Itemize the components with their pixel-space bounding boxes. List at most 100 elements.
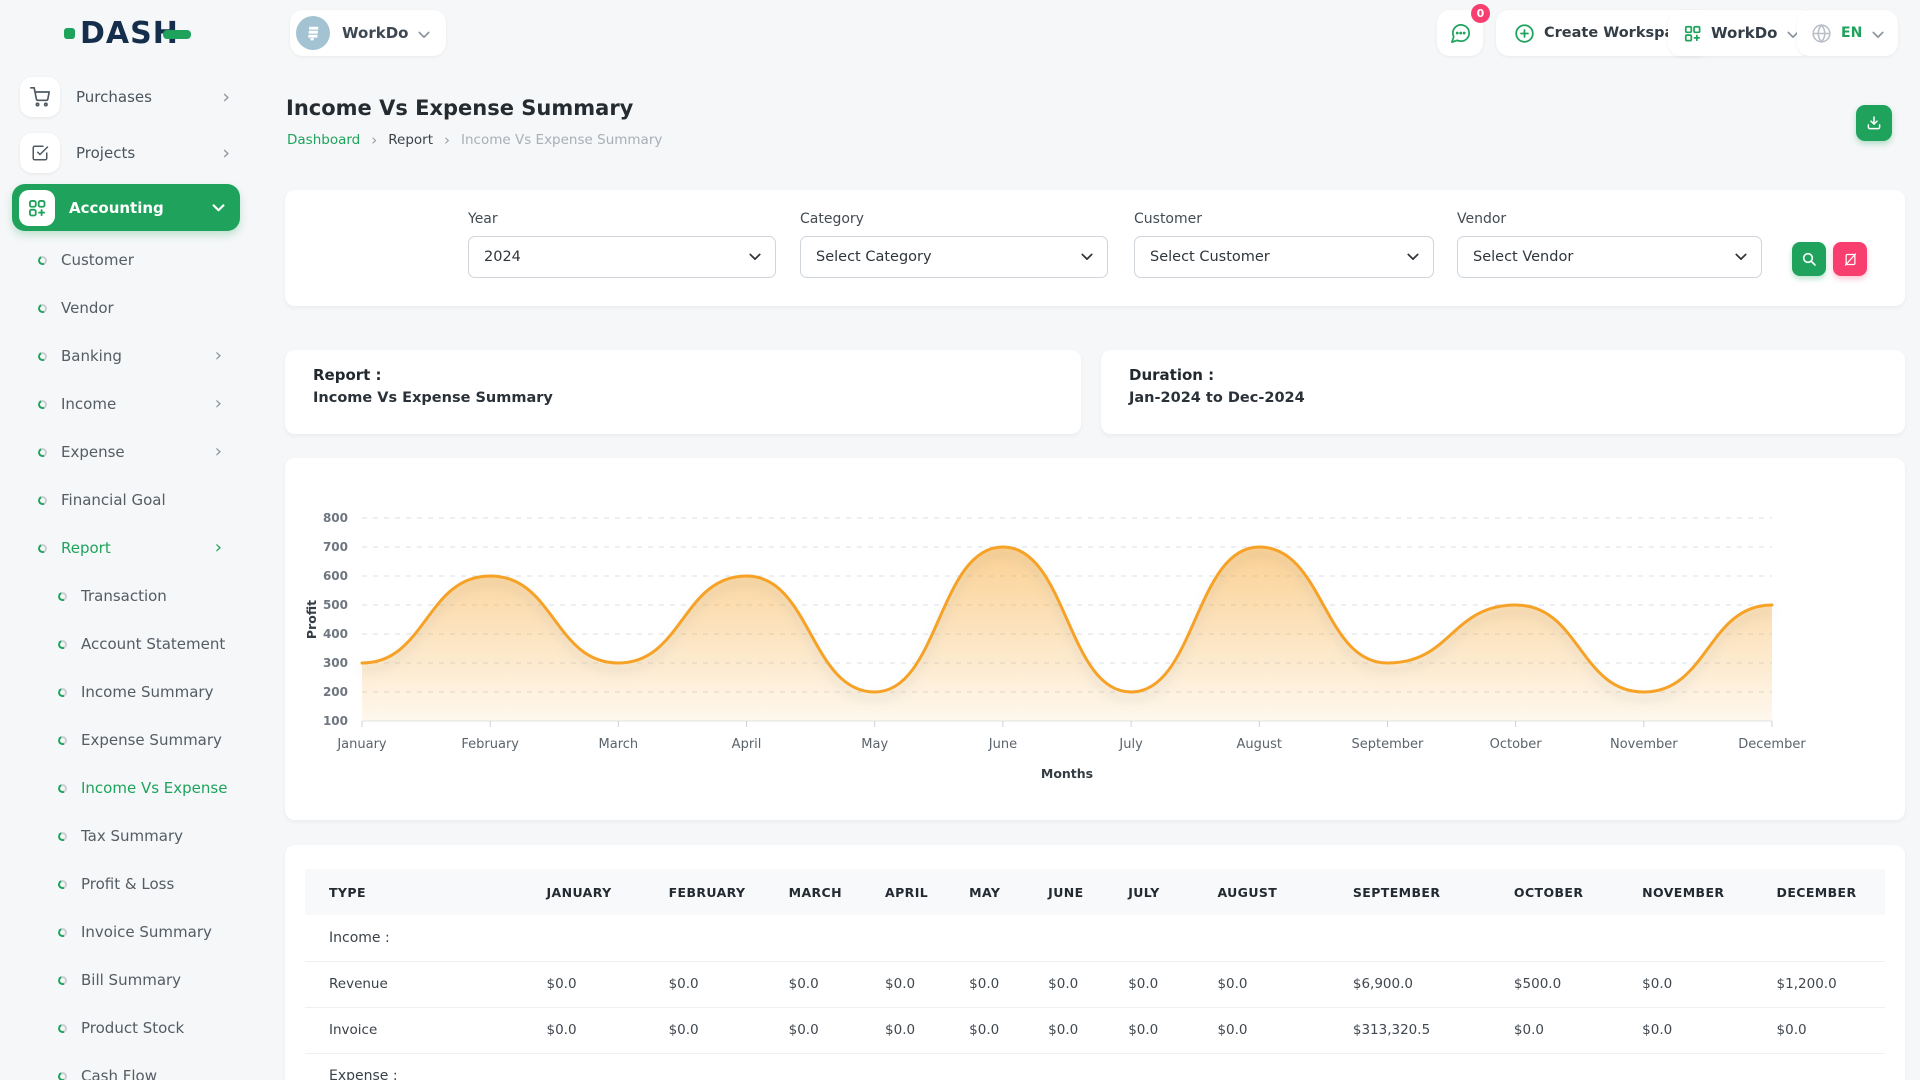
table-cell: $0.0	[1104, 1007, 1193, 1053]
sidebar-item-label: Projects	[76, 144, 135, 162]
language-selector[interactable]: EN	[1797, 10, 1898, 56]
sidebar-item-bill-summary[interactable]: Bill Summary	[0, 956, 260, 1004]
download-report-button[interactable]	[1856, 105, 1892, 141]
page-title: Income Vs Expense Summary	[286, 96, 633, 120]
vendor-select[interactable]: Select Vendor	[1457, 236, 1762, 278]
reset-filter-button[interactable]	[1833, 242, 1867, 276]
app-root: DASH Purchases › Projects › Accounting	[0, 0, 1920, 1080]
table-cell: $500.0	[1490, 961, 1618, 1007]
breadcrumb-item-dashboard[interactable]: Dashboard	[287, 132, 360, 148]
download-icon	[1865, 114, 1883, 132]
search-icon	[1801, 251, 1817, 267]
accounting-grid-icon	[19, 190, 55, 226]
table-header-september: SEPTEMBER	[1329, 869, 1490, 915]
table-header-april: APRIL	[861, 869, 945, 915]
bullet-icon	[57, 830, 69, 842]
svg-text:February: February	[461, 737, 519, 752]
chevron-down-icon	[418, 24, 430, 43]
profit-chart-card: 100200300400500600700800JanuaryFebruaryM…	[285, 458, 1905, 820]
table-cell: $0.0	[1193, 961, 1328, 1007]
table-cell: $0.0	[1104, 961, 1193, 1007]
chevron-down-icon	[1081, 253, 1093, 261]
table-cell: $1,200.0	[1753, 961, 1885, 1007]
chevron-right-icon: ›	[215, 347, 222, 365]
bullet-icon	[37, 398, 49, 410]
sidebar: DASH Purchases › Projects › Accounting	[0, 0, 260, 1080]
cart-icon	[20, 77, 60, 117]
sidebar-item-expense[interactable]: Expense›	[0, 428, 260, 476]
sidebar-item-account-statement[interactable]: Account Statement	[0, 620, 260, 668]
category-select[interactable]: Select Category	[800, 236, 1108, 278]
sidebar-item-transaction[interactable]: Transaction	[0, 572, 260, 620]
svg-text:April: April	[732, 737, 762, 752]
sidebar-item-purchases[interactable]: Purchases ›	[14, 72, 246, 122]
income-expense-table-card: TYPEJANUARYFEBRUARYMARCHAPRILMAYJUNEJULY…	[285, 845, 1905, 1080]
bullet-icon	[57, 926, 69, 938]
sidebar-item-profit-loss[interactable]: Profit & Loss	[0, 860, 260, 908]
messages-badge: 0	[1471, 4, 1490, 23]
sidebar-item-invoice-summary[interactable]: Invoice Summary	[0, 908, 260, 956]
breadcrumb-item-income-vs-expense-summary: Income Vs Expense Summary	[461, 132, 662, 148]
sidebar-item-accounting[interactable]: Accounting	[12, 184, 240, 231]
sidebar-item-report[interactable]: Report›	[0, 524, 260, 572]
sidebar-item-income-vs-expense[interactable]: Income Vs Expense	[0, 764, 260, 812]
svg-text:Profit: Profit	[304, 600, 319, 639]
sidebar-item-label: Report	[61, 539, 111, 557]
workspace-menu[interactable]: WorkDo	[1668, 10, 1814, 56]
sidebar-item-banking[interactable]: Banking›	[0, 332, 260, 380]
sidebar-item-cash-flow[interactable]: Cash Flow	[0, 1052, 260, 1080]
breadcrumb-item-report[interactable]: Report	[388, 132, 433, 148]
table-header-october: OCTOBER	[1490, 869, 1618, 915]
sidebar-item-customer[interactable]: Customer	[0, 236, 260, 284]
bullet-icon	[57, 974, 69, 986]
duration-card-title: Duration :	[1129, 366, 1877, 384]
table-header-august: AUGUST	[1193, 869, 1328, 915]
sidebar-item-label: Income Summary	[81, 683, 213, 701]
bullet-icon	[57, 782, 69, 794]
table-header-july: JULY	[1104, 869, 1193, 915]
bullet-icon	[37, 542, 49, 554]
table-header-type: TYPE	[305, 869, 523, 915]
chevron-down-icon	[212, 200, 225, 216]
table-cell: $0.0	[945, 961, 1024, 1007]
sidebar-item-tax-summary[interactable]: Tax Summary	[0, 812, 260, 860]
sidebar-item-financial-goal[interactable]: Financial Goal	[0, 476, 260, 524]
sidebar-item-income-summary[interactable]: Income Summary	[0, 668, 260, 716]
chevron-right-icon: ›	[222, 144, 230, 163]
customer-select[interactable]: Select Customer	[1134, 236, 1434, 278]
messages-button[interactable]: 0	[1437, 10, 1483, 56]
year-select-value: 2024	[484, 249, 521, 265]
bullet-icon	[37, 494, 49, 506]
chevron-down-icon	[1872, 24, 1884, 43]
sidebar-item-vendor[interactable]: Vendor	[0, 284, 260, 332]
svg-text:Months: Months	[1041, 766, 1093, 781]
svg-text:January: January	[336, 737, 387, 752]
year-label: Year	[468, 211, 776, 227]
sidebar-item-projects[interactable]: Projects ›	[14, 128, 246, 178]
sidebar-item-product-stock[interactable]: Product Stock	[0, 1004, 260, 1052]
report-card-title: Report :	[313, 366, 1053, 384]
svg-text:500: 500	[323, 598, 348, 612]
vendor-select-value: Select Vendor	[1473, 249, 1573, 265]
table-cell: $6,900.0	[1329, 961, 1490, 1007]
sidebar-item-expense-summary[interactable]: Expense Summary	[0, 716, 260, 764]
sidebar-item-label: Account Statement	[81, 635, 225, 653]
report-card-value: Income Vs Expense Summary	[313, 390, 1053, 406]
svg-text:June: June	[988, 737, 1017, 752]
clear-filter-icon	[1843, 252, 1858, 267]
svg-text:October: October	[1490, 737, 1543, 752]
table-cell: $0.0	[765, 1007, 861, 1053]
svg-text:300: 300	[323, 656, 348, 670]
app-logo[interactable]: DASH	[64, 16, 191, 51]
year-select[interactable]: 2024	[468, 236, 776, 278]
sidebar-item-label: Tax Summary	[81, 827, 183, 845]
workspace-switcher[interactable]: WorkDo	[290, 10, 446, 56]
svg-text:400: 400	[323, 627, 348, 641]
table-cell: $0.0	[645, 961, 765, 1007]
table-cell: $0.0	[861, 1007, 945, 1053]
apply-filter-button[interactable]	[1792, 242, 1826, 276]
bullet-icon	[57, 638, 69, 650]
sidebar-item-income[interactable]: Income›	[0, 380, 260, 428]
sidebar-item-label: Expense	[61, 443, 125, 461]
table-section-expense: Expense :	[305, 1053, 1885, 1080]
